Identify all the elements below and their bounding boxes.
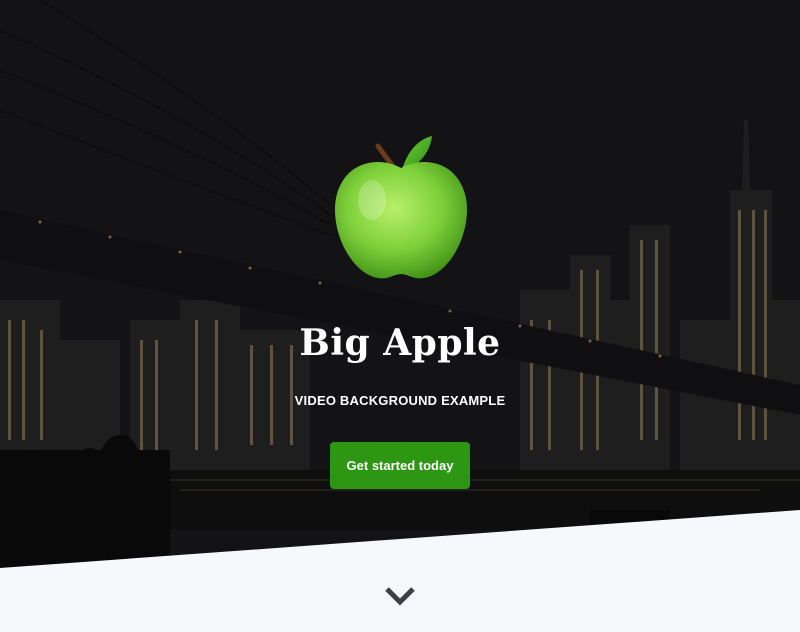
green-apple-icon (330, 134, 472, 282)
get-started-button[interactable]: Get started today (330, 442, 470, 489)
page-subtitle: VIDEO BACKGROUND EXAMPLE (294, 393, 506, 408)
hero-section: Big Apple VIDEO BACKGROUND EXAMPLE Get s… (0, 0, 800, 632)
page-title: Big Apple (299, 322, 501, 364)
bottom-panel (0, 510, 800, 632)
chevron-down-icon (385, 587, 415, 606)
scroll-down-button[interactable] (382, 582, 418, 610)
